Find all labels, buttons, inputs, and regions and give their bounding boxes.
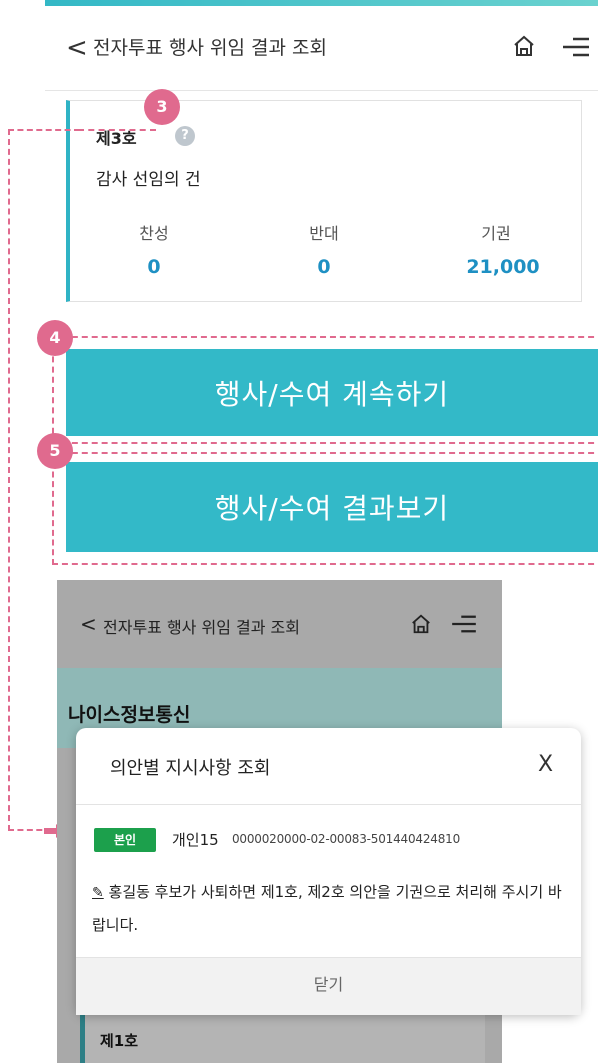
instruction-note: ✎ 홍길동 후보가 사퇴하면 제1호, 제2호 의안을 기권으로 처리해 주시기… xyxy=(92,876,567,941)
annotation-badge-5: 5 xyxy=(37,433,73,469)
view-results-button[interactable]: 행사/수여 결과보기 xyxy=(66,462,598,552)
company-name: 나이스정보통신 xyxy=(68,704,191,726)
agenda-name: 감사 선임의 건 xyxy=(96,170,201,190)
menu-icon xyxy=(452,615,476,633)
header-divider xyxy=(45,90,598,91)
top-accent-strip xyxy=(45,0,598,6)
help-icon[interactable]: ? xyxy=(175,126,195,146)
account-type: 개인15 xyxy=(172,831,219,849)
modal-divider xyxy=(76,804,581,805)
vote-label-for: 찬성 xyxy=(139,224,169,243)
page-title: 전자투표 행사 위임 결과 조회 xyxy=(93,37,327,59)
vote-value-abstain: 21,000 xyxy=(466,256,540,278)
self-badge: 본인 xyxy=(94,828,156,852)
vote-value-against: 0 xyxy=(317,256,331,278)
back-chevron-icon: < xyxy=(80,612,97,636)
vote-label-abstain: 기권 xyxy=(481,224,511,243)
agenda-number: 제1호 xyxy=(100,1032,139,1050)
modal-close-button[interactable]: 닫기 xyxy=(76,970,581,996)
vote-value-for: 0 xyxy=(147,256,161,278)
annotation-badge-4: 4 xyxy=(37,320,73,356)
instruction-text: 홍길동 후보가 사퇴하면 제1호, 제2호 의안을 기권으로 처리해 주시기 바… xyxy=(92,883,562,934)
menu-icon[interactable] xyxy=(563,36,589,58)
annotation-badge-3: 3 xyxy=(144,89,180,125)
modal-title: 의안별 지시사항 조회 xyxy=(110,758,271,779)
annotation-connector-top xyxy=(78,129,156,131)
vote-label-against: 반대 xyxy=(309,224,339,243)
back-chevron-icon[interactable]: < xyxy=(66,30,88,66)
home-icon[interactable] xyxy=(512,34,536,58)
home-icon xyxy=(412,614,430,634)
continue-exercise-button[interactable]: 행사/수여 계속하기 xyxy=(66,349,598,436)
pencil-icon: ✎ xyxy=(92,885,104,901)
close-icon[interactable]: X xyxy=(538,752,553,777)
page-title: 전자투표 행사 위임 결과 조회 xyxy=(103,618,300,637)
agenda-card xyxy=(85,1010,485,1063)
account-number: 0000020000-02-00083-501440424810 xyxy=(232,832,460,846)
